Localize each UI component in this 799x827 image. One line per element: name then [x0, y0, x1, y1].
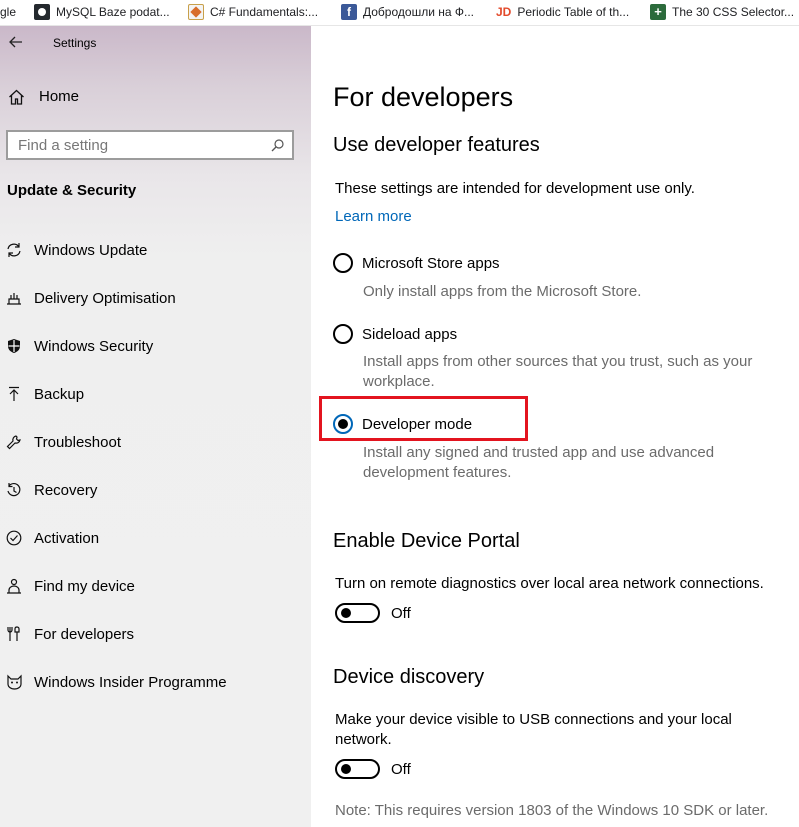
bookmark-item[interactable]: The 30 CSS Selector... — [650, 0, 794, 24]
radio-button[interactable] — [333, 324, 353, 344]
radio-label: Sideload apps — [362, 325, 458, 343]
bookmark-item[interactable]: gle — [0, 0, 16, 24]
page-title: For developers — [333, 82, 514, 112]
sidebar-item-label: Windows Insider Programme — [34, 673, 227, 691]
sidebar-item-label: Find my device — [34, 577, 135, 595]
main-panel: For developers Use developer features Th… — [311, 26, 799, 827]
sidebar-item-backup[interactable]: Backup — [0, 370, 311, 418]
backup-arrow-icon — [0, 386, 34, 402]
recovery-icon — [0, 482, 34, 498]
insider-cat-icon — [0, 674, 34, 690]
bookmark-item[interactable]: JD Periodic Table of th... — [496, 0, 629, 24]
sidebar-item-label: Delivery Optimisation — [34, 289, 176, 307]
radio-microsoft-store-apps[interactable]: Microsoft Store apps — [333, 253, 500, 273]
bookmarks-bar: gle MySQL Baze podat... C# Fundamentals:… — [0, 0, 799, 26]
radio-sideload-apps[interactable]: Sideload apps — [333, 324, 457, 344]
dev-features-heading: Use developer features — [333, 134, 540, 156]
search-input[interactable] — [8, 132, 262, 158]
sidebar-item-label: Troubleshoot — [34, 433, 121, 451]
sidebar-item-windows-update[interactable]: Windows Update — [0, 226, 311, 274]
device-portal-heading: Enable Device Portal — [333, 530, 520, 552]
radio-label: Developer mode — [362, 415, 473, 433]
bookmark-label: The 30 CSS Selector... — [672, 5, 795, 19]
section-title: Update & Security — [7, 182, 137, 199]
bookmark-item[interactable]: f Добродошли на Ф... — [341, 0, 474, 24]
shield-icon — [0, 338, 34, 354]
learn-more-link[interactable]: Learn more — [335, 208, 412, 225]
sidebar-item-delivery-optimisation[interactable]: Delivery Optimisation — [0, 274, 311, 322]
toggle-state-label: Off — [391, 760, 411, 778]
sidebar-item-find-my-device[interactable]: Find my device — [0, 562, 311, 610]
sidebar-item-label: Windows Security — [34, 337, 154, 355]
sdk-note: Note: This requires version 1803 of the … — [335, 802, 769, 819]
jd-icon: JD — [496, 5, 512, 19]
search-box[interactable] — [6, 130, 294, 160]
toggle-state-label: Off — [391, 604, 411, 622]
bookmark-item[interactable]: MySQL Baze podat... — [34, 0, 170, 24]
settings-sidebar: Settings Home Update & Security Windows … — [0, 26, 311, 827]
radio-button-selected[interactable] — [333, 414, 353, 434]
home-icon — [9, 89, 24, 105]
radio-label: Microsoft Store apps — [362, 254, 500, 272]
radio-button[interactable] — [333, 253, 353, 273]
home-link[interactable]: Home — [8, 88, 79, 105]
back-arrow-icon — [9, 36, 22, 48]
wrench-icon — [0, 434, 34, 450]
sidebar-item-label: Recovery — [34, 481, 98, 499]
bookmark-label: gle — [0, 5, 17, 19]
device-discovery-heading: Device discovery — [333, 666, 485, 688]
bookmark-item[interactable]: C# Fundamentals:... — [188, 0, 318, 24]
radio-developer-mode[interactable]: Developer mode — [333, 414, 472, 434]
home-label: Home — [39, 88, 80, 105]
back-button[interactable] — [4, 30, 28, 54]
bookmark-label: C# Fundamentals:... — [210, 5, 319, 19]
toggle-knob — [341, 764, 351, 774]
sidebar-item-label: Activation — [34, 529, 100, 547]
delivery-icon — [0, 290, 34, 306]
sidebar-item-label: Windows Update — [34, 241, 148, 259]
device-discovery-description: Make your device visible to USB connecti… — [335, 711, 732, 748]
option-description: Install apps from other sources that you… — [363, 353, 753, 390]
css-icon — [650, 4, 666, 20]
sidebar-item-for-developers[interactable]: For developers — [0, 610, 311, 658]
sidebar-item-troubleshoot[interactable]: Troubleshoot — [0, 418, 311, 466]
check-circle-icon — [0, 530, 34, 546]
sidebar-item-windows-security[interactable]: Windows Security — [0, 322, 311, 370]
window-title: Settings — [53, 36, 97, 50]
codesmart-icon — [188, 4, 204, 20]
search-icon[interactable] — [262, 138, 292, 152]
option-description: Install any signed and trusted app and u… — [363, 444, 715, 481]
sidebar-item-activation[interactable]: Activation — [0, 514, 311, 562]
developer-tools-icon — [0, 626, 34, 642]
bookmark-label: Periodic Table of th... — [517, 5, 630, 19]
github-icon — [34, 4, 50, 20]
option-description: Only install apps from the Microsoft Sto… — [363, 283, 642, 300]
person-location-icon — [0, 578, 34, 594]
sync-icon — [0, 242, 34, 258]
toggle-switch[interactable] — [335, 603, 380, 623]
device-portal-description: Turn on remote diagnostics over local ar… — [335, 575, 764, 592]
facebook-icon: f — [341, 4, 357, 20]
bookmark-label: MySQL Baze podat... — [56, 5, 170, 19]
dev-features-intro: These settings are intended for developm… — [335, 180, 695, 197]
sidebar-nav: Windows Update Delivery Optimisation Win… — [0, 226, 311, 706]
sidebar-item-recovery[interactable]: Recovery — [0, 466, 311, 514]
sidebar-item-windows-insider-programme[interactable]: Windows Insider Programme — [0, 658, 311, 706]
device-portal-toggle[interactable]: Off — [335, 603, 411, 623]
sidebar-item-label: Backup — [34, 385, 85, 403]
device-discovery-toggle[interactable]: Off — [335, 759, 411, 779]
bookmark-label: Добродошли на Ф... — [363, 5, 474, 19]
sidebar-item-label: For developers — [34, 625, 135, 643]
toggle-knob — [341, 608, 351, 618]
toggle-switch[interactable] — [335, 759, 380, 779]
